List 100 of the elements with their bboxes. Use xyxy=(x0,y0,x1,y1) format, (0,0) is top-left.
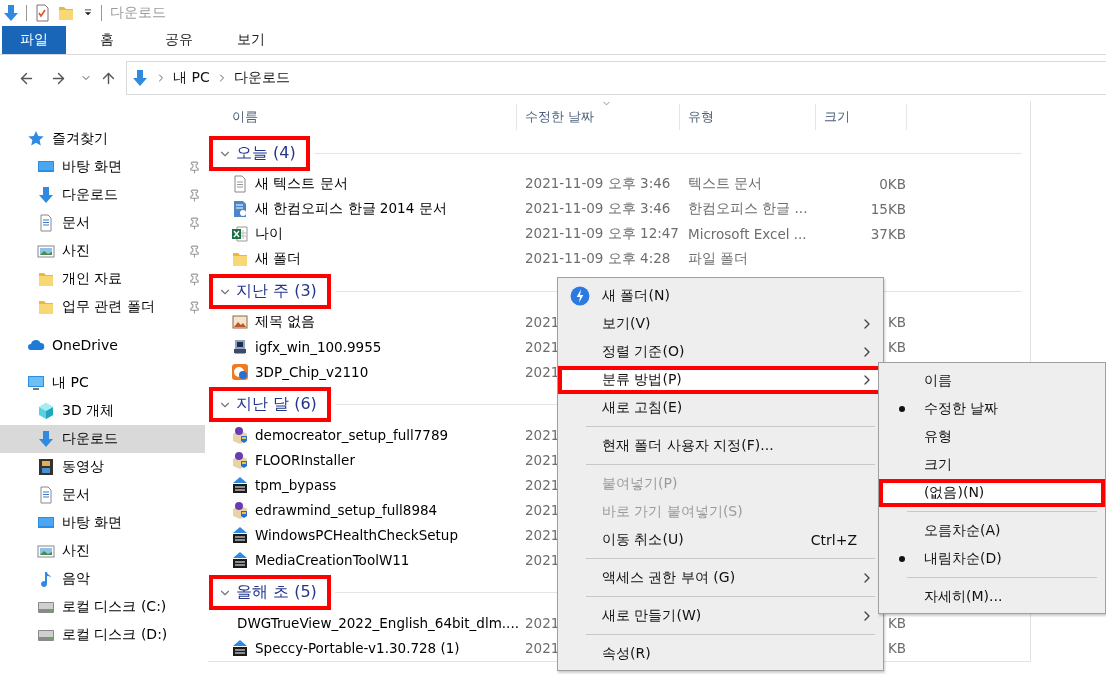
nav-item-label: OneDrive xyxy=(52,337,119,353)
window-title: 다운로드 xyxy=(110,4,166,22)
ribbon-tab[interactable]: 보기 xyxy=(220,26,282,54)
file-size: KB xyxy=(887,313,906,330)
file-date: 2021 xyxy=(525,639,560,656)
nav-item[interactable]: 사진 xyxy=(0,237,205,265)
nav-item[interactable]: 바탕 화면 xyxy=(0,153,205,181)
menu-item[interactable]: 속성(R) xyxy=(558,640,883,668)
download-icon xyxy=(37,186,55,204)
file-name[interactable]: igfx_win_100.9955 xyxy=(255,338,382,355)
nav-item-label: 바탕 화면 xyxy=(62,158,124,176)
file-name[interactable]: edrawmind_setup_full8984 xyxy=(255,501,438,518)
file-size: KB xyxy=(887,614,906,631)
cube-icon xyxy=(37,402,55,420)
file-name[interactable]: 나이 xyxy=(255,224,283,243)
nav-item[interactable]: 다운로드 xyxy=(0,181,205,209)
installer-icon xyxy=(231,450,249,469)
download-icon xyxy=(2,4,20,22)
nav-item[interactable]: 내 PC xyxy=(0,369,205,397)
column-header[interactable]: 유형 xyxy=(680,104,816,130)
ribbon-tab[interactable]: 공유 xyxy=(148,26,210,54)
column-header[interactable]: 이름 xyxy=(208,104,517,130)
breadcrumb[interactable]: 내 PC xyxy=(173,69,210,87)
column-header[interactable]: 크기 xyxy=(816,104,907,130)
folder-icon xyxy=(37,270,55,288)
file-date: 2021 xyxy=(525,338,560,355)
file-name[interactable]: 새 텍스트 문서 xyxy=(255,174,348,193)
file-name[interactable]: WindowsPCHealthCheckSetup xyxy=(255,526,458,543)
file-type: 텍스트 문서 xyxy=(687,174,764,193)
nav-item-label: 사진 xyxy=(62,542,91,560)
file-name[interactable]: democreator_setup_full7789 xyxy=(255,426,449,443)
nav-item-label: 내 PC xyxy=(52,374,90,392)
nav-item[interactable]: 업무 관련 폴더 xyxy=(0,293,205,321)
nav-item[interactable]: 음악 xyxy=(0,565,205,593)
breadcrumb[interactable]: 다운로드 xyxy=(233,69,290,87)
menu-item[interactable]: 자세히(M)... xyxy=(879,583,1105,611)
film-icon xyxy=(37,458,55,476)
file-date: 2021-11-09 오후 3:46 xyxy=(525,174,671,193)
file-name[interactable]: MediaCreationToolW11 xyxy=(255,551,410,568)
group-header[interactable]: 오늘 (4) xyxy=(209,136,310,171)
checklist-icon xyxy=(33,4,51,22)
file-name[interactable]: 새 폴더 xyxy=(255,249,302,268)
group-header[interactable]: 지난 달 (6) xyxy=(209,387,331,422)
archive-icon xyxy=(231,475,249,494)
file-date: 2021 xyxy=(525,451,560,468)
archive-icon xyxy=(231,550,249,569)
file-name[interactable]: DWGTrueView_2022_English_64bit_dlm.... xyxy=(237,614,519,631)
nav-item[interactable]: 동영상 xyxy=(0,453,205,481)
file-name[interactable]: 3DP_Chip_v2110 xyxy=(255,363,369,380)
nav-item[interactable]: 다운로드 xyxy=(0,425,205,453)
star-icon xyxy=(27,130,45,148)
column-header[interactable]: 수정한 날짜 xyxy=(517,104,680,130)
file-name[interactable]: 제목 없음 xyxy=(255,312,316,331)
nav-item-label: 문서 xyxy=(62,486,91,504)
file-name[interactable]: FLOORInstaller xyxy=(255,451,355,468)
text-file-icon xyxy=(231,174,249,193)
file-size: 0KB xyxy=(879,175,906,192)
picture-icon xyxy=(37,542,55,560)
image-icon xyxy=(231,312,249,331)
group-header[interactable]: 올해 초 (5) xyxy=(209,575,331,610)
nav-item[interactable]: 바탕 화면 xyxy=(0,509,205,537)
nav-item-label: 다운로드 xyxy=(62,186,119,204)
file-date: 2021 xyxy=(525,363,560,380)
nav-item-label: 즐겨찾기 xyxy=(52,130,109,148)
nav-item[interactable]: 문서 xyxy=(0,209,205,237)
address-bar[interactable]: 내 PC 다운로드 xyxy=(126,61,1106,95)
file-type: Microsoft Excel ... xyxy=(687,225,808,242)
menu-item[interactable]: (없음)(N) xyxy=(879,479,1105,507)
installer-icon xyxy=(231,425,249,444)
folder-icon xyxy=(57,4,75,22)
file-name[interactable]: 새 한컴오피스 한글 2014 문서 xyxy=(255,199,447,218)
folder-icon xyxy=(37,298,55,316)
nav-item[interactable]: 3D 개체 xyxy=(0,397,205,425)
file-type: 파일 폴더 xyxy=(687,249,750,268)
new-folder-icon xyxy=(570,286,590,306)
archive-icon xyxy=(231,525,249,544)
menu-item[interactable]: 새 폴더(N) xyxy=(558,282,883,310)
nav-item[interactable]: 개인 자료 xyxy=(0,265,205,293)
nav-item-label: 로컬 디스크 (C:) xyxy=(62,598,168,616)
ribbon-tab[interactable]: 파일 xyxy=(2,26,66,54)
nav-item-label: 음악 xyxy=(62,570,91,588)
ribbon-tab[interactable]: 홈 xyxy=(76,26,138,54)
file-date: 2021 xyxy=(525,501,560,518)
file-name[interactable]: tpm_bypass xyxy=(255,476,337,493)
nav-item-label: 다운로드 xyxy=(62,430,119,448)
nav-item[interactable]: 로컬 디스크 (D:) xyxy=(0,621,205,649)
nav-item[interactable]: 로컬 디스크 (C:) xyxy=(0,593,205,621)
nav-item[interactable]: 사진 xyxy=(0,537,205,565)
picture-icon xyxy=(37,242,55,260)
file-date: 2021 xyxy=(525,551,560,568)
file-date: 2021 xyxy=(525,476,560,493)
nav-item[interactable]: OneDrive xyxy=(0,331,205,359)
nav-item[interactable]: 문서 xyxy=(0,481,205,509)
group-header[interactable]: 지난 주 (3) xyxy=(209,274,331,309)
nav-item-label: 개인 자료 xyxy=(62,270,124,288)
menu-item[interactable]: 보기(V) xyxy=(558,310,883,338)
file-type: 한컴오피스 한글 ... xyxy=(687,199,809,218)
nav-item[interactable]: 즐겨찾기 xyxy=(0,125,205,153)
file-name[interactable]: Speccy-Portable-v1.30.728 (1) xyxy=(255,639,460,656)
file-date: 2021 xyxy=(525,313,560,330)
